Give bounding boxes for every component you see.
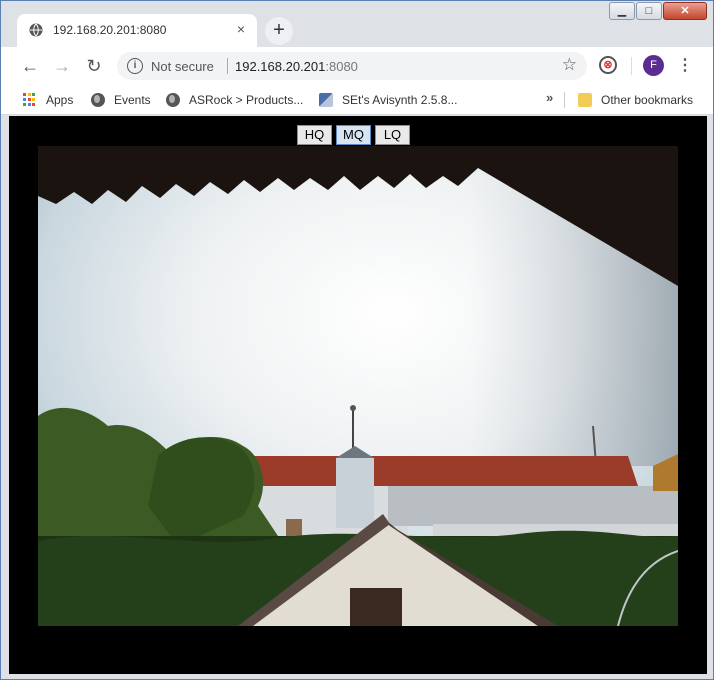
security-label[interactable]: Not secure	[151, 59, 214, 74]
antenna-top	[350, 405, 356, 411]
bookmarks-overflow-button[interactable]: »	[546, 90, 553, 105]
bookmark-label: Other bookmarks	[601, 93, 694, 107]
menu-icon[interactable]: ⋮	[677, 55, 693, 77]
extension-icon[interactable]: ⊗	[599, 56, 617, 74]
close-window-button[interactable]: ✕	[663, 2, 707, 20]
back-button[interactable]: ←	[19, 55, 41, 77]
bookmark-asrock[interactable]: ASRock > Products...	[166, 91, 303, 109]
globe-icon	[91, 93, 105, 107]
quality-selector: HQ MQ LQ	[297, 125, 410, 145]
window-controls: ▁ □ ✕	[608, 2, 707, 22]
bookmarks-separator	[564, 92, 565, 108]
bookmark-apps[interactable]: Apps	[23, 91, 73, 109]
url-host: 192.168.20.201	[235, 59, 326, 74]
side-building	[388, 486, 678, 526]
minimize-button[interactable]: ▁	[609, 2, 635, 20]
url-port: :8080	[325, 59, 358, 74]
bookmark-other[interactable]: Other bookmarks	[578, 91, 693, 109]
mq-button[interactable]: MQ	[336, 125, 371, 145]
camera-stream-image	[38, 146, 678, 626]
tab-strip: 192.168.20.201:8080 × + ▁ □ ✕	[1, 1, 713, 47]
address-bar[interactable]: i Not secure 192.168.20.201:8080 ☆	[117, 52, 587, 80]
shed-window	[350, 588, 402, 626]
lq-button[interactable]: LQ	[375, 125, 410, 145]
main-roof	[253, 456, 638, 491]
bookmarks-bar: Apps Events ASRock > Products... SEt's A…	[1, 85, 713, 115]
bookmark-label: Apps	[46, 93, 74, 107]
bookmark-label: SEt's Avisynth 2.5.8...	[342, 93, 458, 107]
url-text[interactable]: 192.168.20.201:8080	[235, 59, 358, 74]
tab-close-icon[interactable]: ×	[233, 21, 249, 37]
omnibox-divider	[227, 58, 228, 74]
apps-grid-icon	[23, 93, 37, 107]
maximize-button[interactable]: □	[636, 2, 662, 20]
toolbar-separator	[631, 57, 632, 75]
reload-button[interactable]: ↻	[83, 55, 105, 77]
info-icon[interactable]: i	[127, 58, 143, 74]
page-content: HQ MQ LQ	[9, 116, 707, 674]
browser-toolbar: ← → ↻ i Not secure 192.168.20.201:8080 ☆…	[1, 47, 713, 85]
new-tab-button[interactable]: +	[265, 17, 293, 45]
bookmark-avisynth[interactable]: SEt's Avisynth 2.5.8...	[319, 91, 457, 109]
globe-icon	[166, 93, 180, 107]
tower	[336, 458, 374, 528]
browser-tab[interactable]: 192.168.20.201:8080 ×	[17, 14, 257, 47]
bookmark-label: Events	[114, 93, 151, 107]
bookmark-star-icon[interactable]: ☆	[562, 55, 577, 75]
forward-button[interactable]: →	[51, 55, 73, 77]
profile-avatar[interactable]: F	[643, 55, 664, 76]
hq-button[interactable]: HQ	[297, 125, 332, 145]
bookmark-label: ASRock > Products...	[189, 93, 304, 107]
browser-window: 192.168.20.201:8080 × + ▁ □ ✕ ← → ↻ i No…	[0, 0, 714, 680]
bookmark-events[interactable]: Events	[91, 91, 151, 109]
camera-scene	[38, 146, 678, 626]
globe-icon	[29, 23, 43, 37]
document-icon	[319, 93, 333, 107]
tab-title: 192.168.20.201:8080	[53, 23, 167, 37]
folder-icon	[578, 93, 592, 107]
